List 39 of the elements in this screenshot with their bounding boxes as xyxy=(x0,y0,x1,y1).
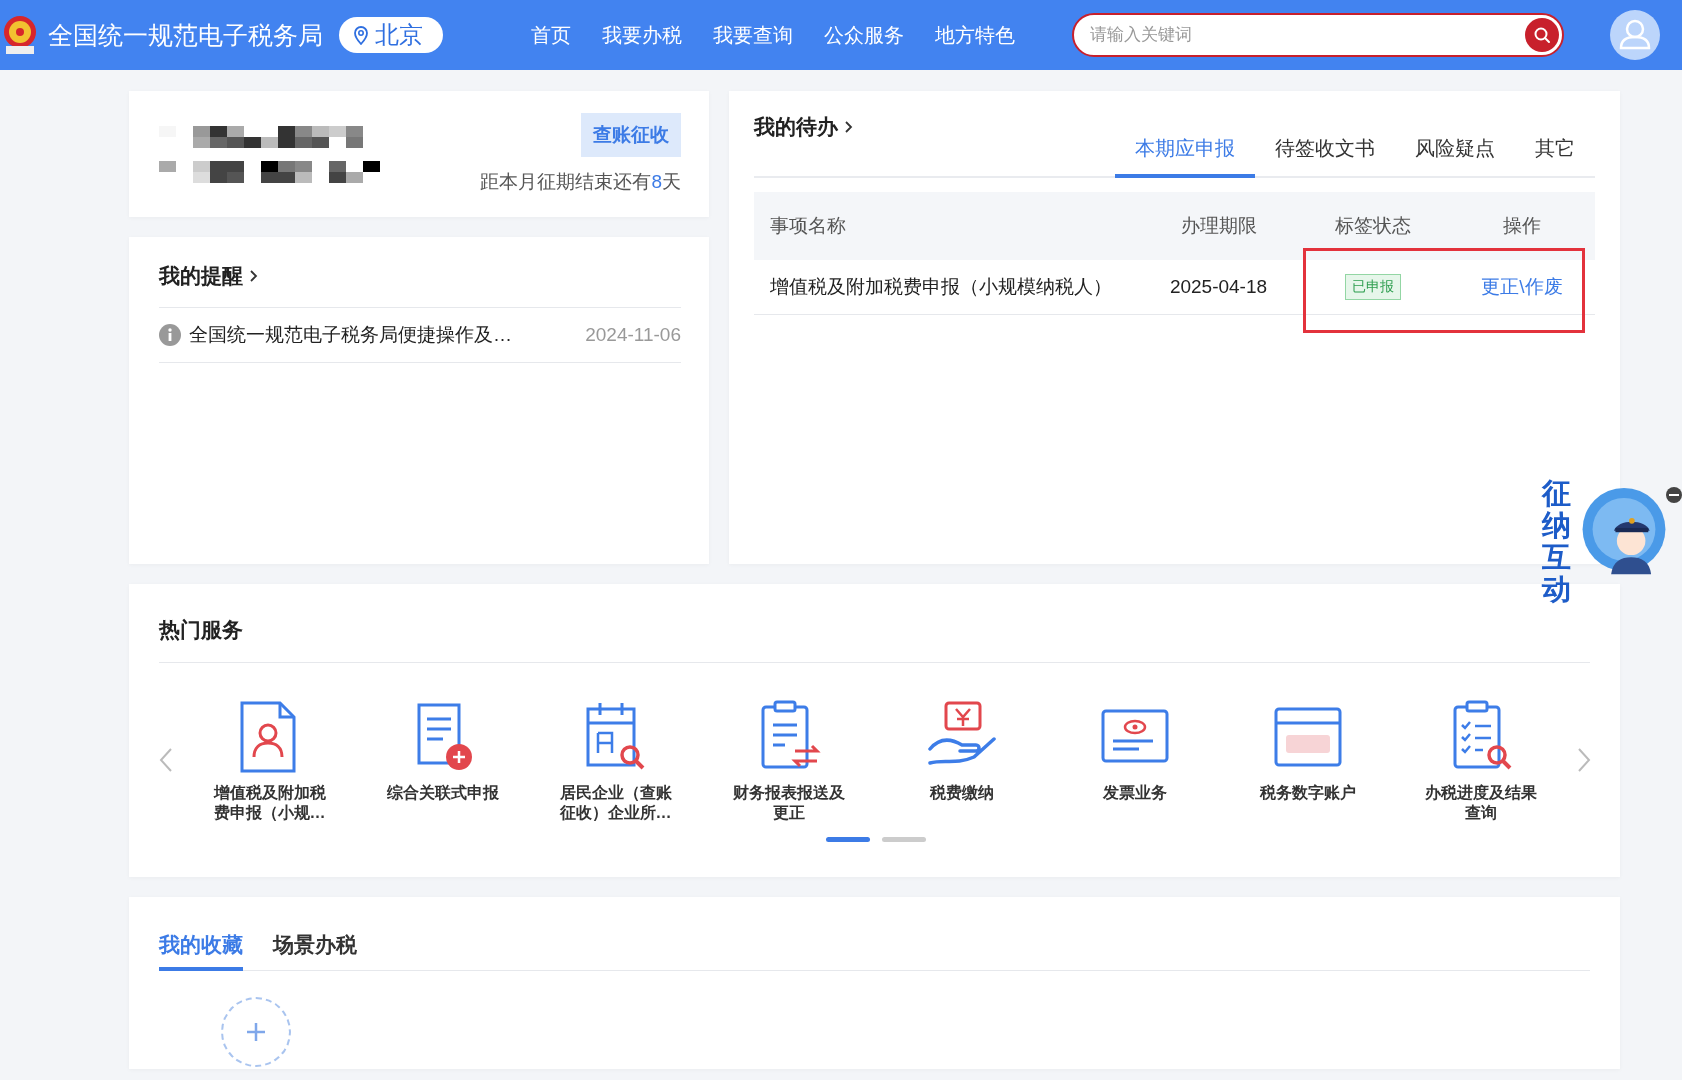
column-header: 事项名称 xyxy=(754,192,1140,260)
tab[interactable]: 待签收文书 xyxy=(1255,135,1395,178)
reminder-text[interactable]: 全国统一规范电子税务局便捷操作及… xyxy=(189,322,586,348)
search-field[interactable]: 请输入关键词 xyxy=(1072,13,1564,57)
column-header: 操作 xyxy=(1449,192,1595,260)
column-header: 办理期限 xyxy=(1140,192,1297,260)
service-item[interactable]: 发票业务 xyxy=(1048,699,1221,823)
tab[interactable]: 场景办税 xyxy=(273,931,357,971)
nav-item[interactable]: 我要办税 xyxy=(602,21,682,49)
service-item[interactable]: 综合关联式申报 xyxy=(356,699,529,823)
service-item[interactable]: 税费缴纳 xyxy=(875,699,1048,823)
table-cell: 2025-04-18 xyxy=(1140,260,1297,315)
reminder-date: 2024-11-06 xyxy=(585,324,681,346)
nav-item[interactable]: 首页 xyxy=(531,21,571,49)
tab[interactable]: 本期应申报 xyxy=(1115,135,1255,178)
countdown-unit: 天 xyxy=(662,171,681,192)
service-item[interactable]: 财务报表报送及更正 xyxy=(702,699,875,823)
service-item[interactable]: 增值税及附加税费申报（小规… xyxy=(183,699,356,823)
countdown-text: 距本月征期结束还有 xyxy=(480,171,652,192)
countdown-days: 8 xyxy=(651,171,662,192)
card-title: 热门服务 xyxy=(159,617,243,643)
action-link[interactable]: 更正\作废 xyxy=(1481,274,1563,300)
service-item[interactable]: 税务数字账户 xyxy=(1221,699,1394,823)
tab[interactable]: 其它 xyxy=(1515,135,1595,178)
card-title[interactable]: 我的待办 xyxy=(754,113,838,141)
status-tag: 已申报 xyxy=(1345,274,1401,300)
site-title: 全国统一规范电子税务局 xyxy=(48,19,323,51)
nav-item[interactable]: 我要查询 xyxy=(713,21,793,49)
column-header: 标签状态 xyxy=(1297,192,1449,260)
assistant-label[interactable]: 征纳互动 xyxy=(1542,478,1571,606)
nav-item[interactable]: 地方特色 xyxy=(935,21,1015,49)
card-title[interactable]: 我的提醒 xyxy=(159,262,243,290)
tab[interactable]: 我的收藏 xyxy=(159,931,243,971)
service-item[interactable]: 办税进度及结果查询 xyxy=(1394,699,1567,823)
location-button[interactable]: 北京 xyxy=(339,17,443,53)
service-item[interactable]: 居民企业（查账征收）企业所… xyxy=(529,699,702,823)
table-cell: 增值税及附加税费申报（小规模纳税人） xyxy=(754,260,1140,315)
nav-item[interactable]: 公众服务 xyxy=(824,21,904,49)
tab[interactable]: 风险疑点 xyxy=(1395,135,1515,178)
